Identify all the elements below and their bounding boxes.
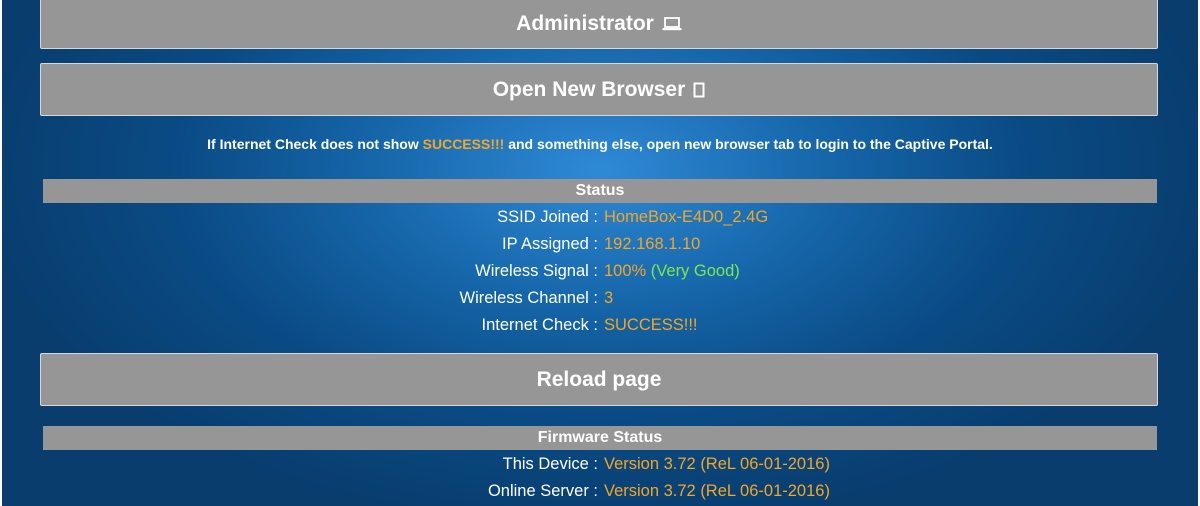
open-new-browser-button-label: Open New Browser bbox=[492, 77, 686, 101]
notice-suffix: and something else, open new browser tab… bbox=[504, 136, 993, 152]
ssid-label: SSID Joined : bbox=[497, 208, 598, 226]
status-row-internet-check: Internet Check : SUCCESS!!! bbox=[0, 312, 1200, 338]
firmware-row-device: This Device : Version 3.72 (ReL 06-01-20… bbox=[0, 451, 1200, 477]
online-server-value: Version 3.72 (ReL 06-01-2016) bbox=[604, 482, 830, 500]
laptop-icon bbox=[662, 16, 682, 31]
administrator-button-label: Administrator bbox=[516, 11, 654, 35]
status-section-header: Status bbox=[43, 179, 1157, 203]
signal-value: 100% bbox=[604, 262, 647, 280]
administrator-button[interactable]: Administrator bbox=[40, 0, 1158, 49]
new-window-icon bbox=[693, 82, 705, 98]
channel-value: 3 bbox=[604, 289, 614, 307]
ip-label: IP Assigned : bbox=[501, 235, 598, 253]
firmware-row-server: Online Server : Version 3.72 (ReL 06-01-… bbox=[0, 478, 1200, 504]
open-new-browser-button[interactable]: Open New Browser bbox=[40, 63, 1158, 116]
signal-label: Wireless Signal : bbox=[475, 262, 598, 280]
status-row-channel: Wireless Channel : 3 bbox=[0, 285, 1200, 311]
signal-value-group: 100% (Very Good) bbox=[604, 258, 740, 284]
status-row-ssid: SSID Joined : HomeBox-E4D0_2.4G bbox=[0, 204, 1200, 230]
this-device-value: Version 3.72 (ReL 06-01-2016) bbox=[604, 455, 830, 473]
this-device-label: This Device : bbox=[502, 455, 598, 473]
ssid-value: HomeBox-E4D0_2.4G bbox=[604, 208, 769, 226]
captive-portal-notice: If Internet Check does not show SUCCESS!… bbox=[0, 136, 1200, 152]
ip-value: 192.168.1.10 bbox=[604, 235, 701, 253]
online-server-label: Online Server : bbox=[487, 482, 598, 500]
internet-check-label: Internet Check : bbox=[481, 316, 598, 334]
internet-check-value: SUCCESS!!! bbox=[604, 316, 698, 334]
channel-label: Wireless Channel : bbox=[459, 289, 598, 307]
notice-success-highlight: SUCCESS!!! bbox=[422, 136, 505, 152]
status-row-ip: IP Assigned : 192.168.1.10 bbox=[0, 231, 1200, 257]
status-row-signal: Wireless Signal : 100% (Very Good) bbox=[0, 258, 1200, 284]
firmware-section-header: Firmware Status bbox=[43, 426, 1157, 450]
signal-quality: (Very Good) bbox=[650, 262, 740, 280]
captive-portal-page: Administrator Open New Browser If Intern… bbox=[0, 0, 1200, 506]
notice-prefix: If Internet Check does not show bbox=[207, 136, 423, 152]
reload-page-button[interactable]: Reload page bbox=[40, 353, 1158, 406]
